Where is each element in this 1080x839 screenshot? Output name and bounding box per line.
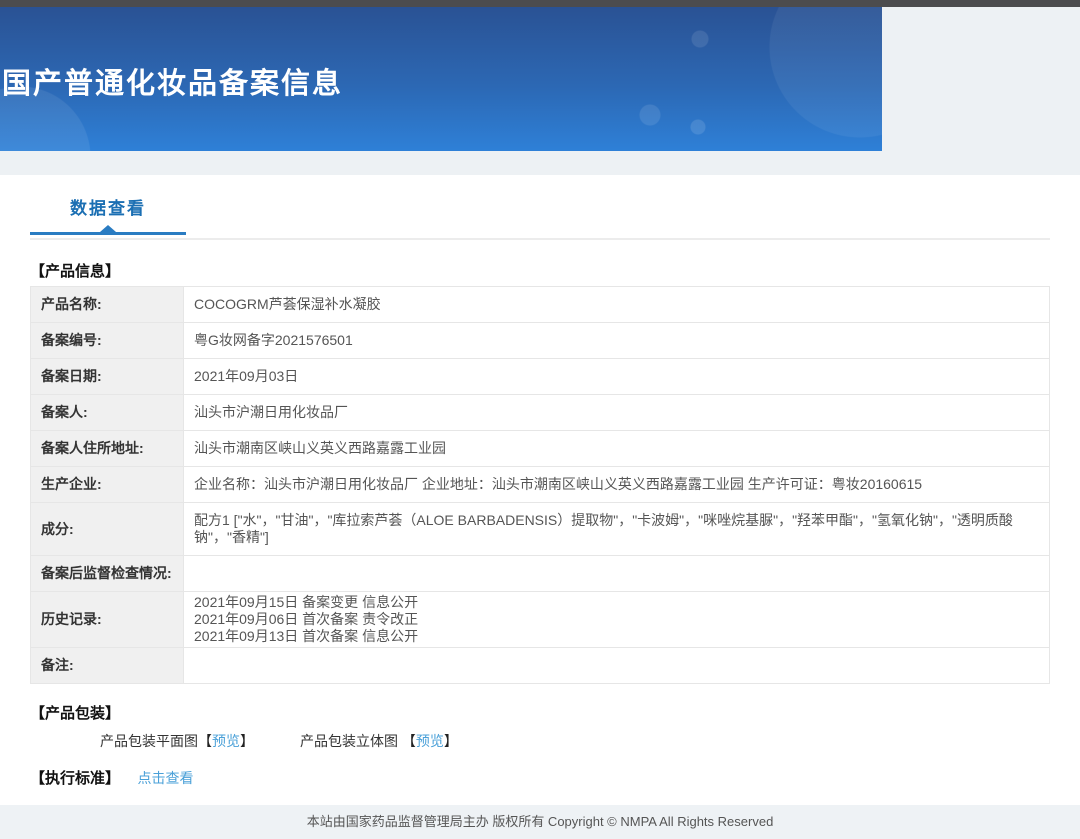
table-row: 备案人: 汕头市沪潮日用化妆品厂 bbox=[30, 394, 1050, 431]
product-info-heading: 【产品信息】 bbox=[30, 263, 121, 280]
table-row: 备案人住所地址: 汕头市潮南区峡山义英义西路嘉露工业园 bbox=[30, 430, 1050, 467]
tab-data-view[interactable]: 数据查看 bbox=[30, 199, 186, 235]
tab-data-view-label: 数据查看 bbox=[70, 199, 146, 218]
product-info-table: 产品名称: COCOGRM芦荟保湿补水凝胶 备案编号: 粤G妆网备字202157650… bbox=[30, 286, 1050, 684]
packaging-item-label: 产品包装平面图 bbox=[100, 733, 198, 749]
packaging-item: 产品包装平面图【预览】 bbox=[100, 733, 254, 749]
preview-link[interactable]: 预览 bbox=[212, 733, 240, 749]
standard-heading: 【执行标准】 bbox=[30, 770, 121, 787]
packaging-item-label: 产品包装立体图 bbox=[300, 733, 402, 749]
row-label: 备案日期: bbox=[30, 358, 184, 395]
bracket-open: 【 bbox=[401, 733, 416, 749]
banner: 国产普通化妆品备案信息 bbox=[0, 7, 882, 151]
tab-active-caret-icon bbox=[100, 225, 116, 232]
row-label: 历史记录: bbox=[30, 591, 184, 648]
row-label: 生产企业: bbox=[30, 466, 184, 503]
table-row: 历史记录: 2021年09月15日 备案变更 信息公开 2021年09月06日 首… bbox=[30, 591, 1050, 648]
standard-view-link[interactable]: 点击查看 bbox=[137, 770, 193, 786]
top-strip bbox=[0, 0, 1080, 7]
content: 数据查看 【产品信息】 产品名称: COCOGRM芦荟保湿补水凝胶 备案编号: 粤G妆… bbox=[0, 175, 1080, 788]
row-value: 2021年09月03日 bbox=[183, 358, 1050, 395]
row-value: COCOGRM芦荟保湿补水凝胶 bbox=[183, 286, 1050, 323]
row-value bbox=[183, 555, 1050, 592]
packaging-items: 产品包装平面图【预览】 产品包装立体图 【预览】 bbox=[100, 731, 1050, 751]
row-value: 2021年09月15日 备案变更 信息公开 2021年09月06日 首次备案 责… bbox=[183, 591, 1050, 648]
row-label: 备案人: bbox=[30, 394, 184, 431]
footer: 本站由国家药品监督管理局主办 版权所有 Copyright © NMPA All… bbox=[0, 805, 1080, 839]
product-info-table-body: 产品名称: COCOGRM芦荟保湿补水凝胶 备案编号: 粤G妆网备字202157650… bbox=[30, 286, 1050, 684]
table-row: 产品名称: COCOGRM芦荟保湿补水凝胶 bbox=[30, 286, 1050, 323]
tab-bar: 数据查看 bbox=[30, 175, 1050, 240]
row-label: 产品名称: bbox=[30, 286, 184, 323]
footer-text: 本站由国家药品监督管理局主办 版权所有 Copyright © NMPA All… bbox=[306, 814, 774, 829]
table-row: 成分: 配方1 ["水"，"甘油"，"库拉索芦荟（ALOE BARBADENSIS… bbox=[30, 502, 1050, 556]
row-label: 备案人住所地址: bbox=[30, 430, 184, 467]
table-row: 生产企业: 企业名称：汕头市沪潮日用化妆品厂 企业地址：汕头市潮南区峡山义英义西路… bbox=[30, 466, 1050, 503]
row-value: 粤G妆网备字2021576501 bbox=[183, 322, 1050, 359]
table-row: 备案后监督检查情况: bbox=[30, 555, 1050, 592]
row-label: 成分: bbox=[30, 502, 184, 556]
row-value: 企业名称：汕头市沪潮日用化妆品厂 企业地址：汕头市潮南区峡山义英义西路嘉露工业园… bbox=[183, 466, 1050, 503]
page: 国产普通化妆品备案信息 数据查看 【产品信息】 产品名称: COCOGRM芦荟保湿… bbox=[0, 0, 1080, 839]
row-value bbox=[183, 647, 1050, 684]
row-label: 备案后监督检查情况: bbox=[30, 555, 184, 592]
row-label: 备注: bbox=[30, 647, 184, 684]
packaging-heading: 【产品包装】 bbox=[30, 705, 121, 722]
page-title: 国产普通化妆品备案信息 bbox=[2, 68, 344, 100]
table-row: 备注: bbox=[30, 647, 1050, 684]
row-value: 配方1 ["水"，"甘油"，"库拉索芦荟（ALOE BARBADENSIS）提取… bbox=[183, 502, 1050, 556]
row-value: 汕头市沪潮日用化妆品厂 bbox=[183, 394, 1050, 431]
bracket-close: 】 bbox=[443, 733, 458, 749]
table-row: 备案编号: 粤G妆网备字2021576501 bbox=[30, 322, 1050, 359]
bracket-close: 】 bbox=[240, 733, 254, 749]
table-row: 备案日期: 2021年09月03日 bbox=[30, 358, 1050, 395]
bracket-open: 【 bbox=[198, 733, 212, 749]
hero-band: 国产普通化妆品备案信息 bbox=[0, 7, 1080, 175]
standard-row: 【执行标准】 点击查看 bbox=[30, 768, 1050, 788]
row-label: 备案编号: bbox=[30, 322, 184, 359]
packaging-item: 产品包装立体图 【预览】 bbox=[300, 733, 458, 749]
row-value: 汕头市潮南区峡山义英义西路嘉露工业园 bbox=[183, 430, 1050, 467]
preview-link[interactable]: 预览 bbox=[416, 733, 444, 749]
